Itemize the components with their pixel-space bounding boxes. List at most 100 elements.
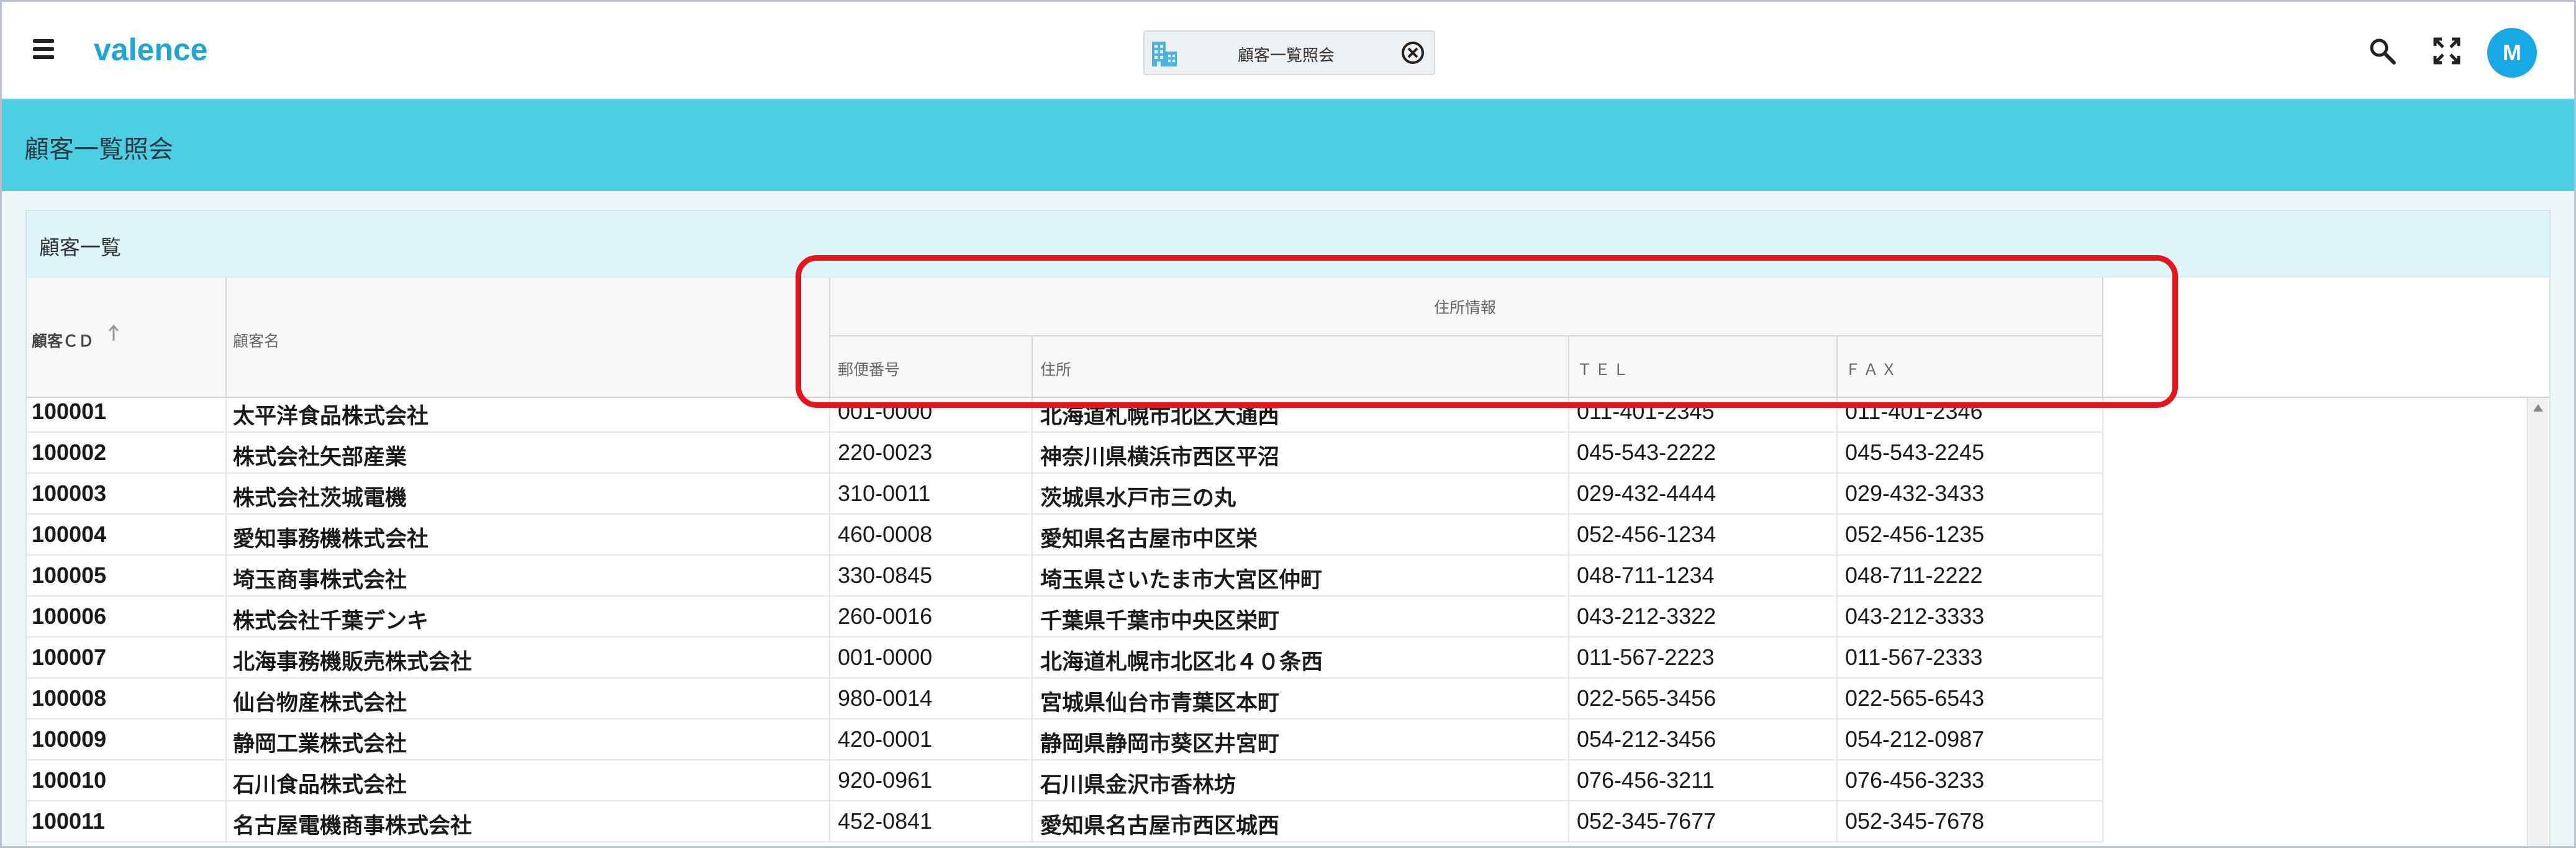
table-row[interactable]: 100008 仙台物産株式会社 980-0014 宮城県仙台市青葉区本町 022-565…: [27, 679, 2103, 719]
divider: [1568, 719, 1569, 760]
cell-address: 北海道札幌市北区北４０条西: [1040, 650, 1323, 675]
divider: [1568, 474, 1569, 515]
cell-customer-code: 100006: [32, 603, 107, 629]
divider: [2102, 719, 2103, 760]
cell-fax: 011-401-2346: [1845, 399, 1983, 424]
divider: [225, 638, 227, 679]
divider: [1032, 336, 1033, 398]
table-row[interactable]: 100001 太平洋食品株式会社 001-0000 北海道札幌市北区大通西 011-40…: [27, 398, 2103, 433]
cell-fax: 045-543-2245: [1845, 440, 1985, 465]
divider: [1836, 398, 1838, 433]
cell-address: 埼玉県さいたま市大宮区仲町: [1040, 568, 1322, 593]
table-row[interactable]: 100003 株式会社茨城電機 310-0011 茨城県水戸市三の丸 029-432-4…: [27, 474, 2103, 515]
search-icon[interactable]: [2368, 37, 2397, 65]
column-header-customer-name[interactable]: 顧客名: [233, 329, 279, 351]
cell-fax: 048-711-2222: [1845, 562, 1983, 588]
column-header-zip[interactable]: 郵便番号: [838, 358, 900, 380]
divider: [2102, 760, 2103, 801]
divider: [829, 556, 830, 597]
cell-zip: 001-0000: [838, 399, 933, 424]
divider: [1568, 556, 1569, 597]
divider: [225, 398, 227, 433]
scroll-up-arrow-icon[interactable]: [2533, 404, 2543, 412]
divider: [1836, 801, 1838, 842]
column-header-address[interactable]: 住所: [1040, 358, 1071, 380]
table-row[interactable]: 100010 石川食品株式会社 920-0961 石川県金沢市香林坊 076-456-3…: [27, 760, 2103, 801]
cell-address: 北海道札幌市北区大通西: [1040, 404, 1280, 429]
divider: [1568, 433, 1569, 474]
cell-customer-code: 100009: [32, 726, 107, 752]
cell-customer-name: 太平洋食品株式会社: [233, 404, 429, 429]
hamburger-icon[interactable]: [28, 37, 59, 61]
table-row[interactable]: 100009 静岡工業株式会社 420-0001 静岡県静岡市葵区井宮町 054-212…: [27, 719, 2103, 760]
divider: [1032, 760, 1033, 801]
column-header-tel[interactable]: ＴＥＬ: [1577, 358, 1631, 380]
sort-ascending-icon[interactable]: [107, 323, 120, 342]
cell-zip: 001-0000: [838, 644, 933, 670]
cell-customer-code: 100010: [32, 767, 107, 793]
cell-zip: 310-0011: [838, 480, 931, 506]
cell-fax: 052-345-7678: [1845, 808, 1985, 834]
cell-tel: 048-711-1234: [1577, 562, 1715, 588]
page-title-band: 顧客一覧照会: [2, 99, 2574, 191]
cell-fax: 029-432-3433: [1845, 480, 1985, 506]
cell-zip: 452-0841: [838, 808, 933, 834]
divider: [1032, 719, 1033, 760]
column-header-label: 顧客ＣＤ: [32, 332, 94, 350]
divider: [2102, 679, 2103, 719]
cell-address: 静岡県静岡市葵区井宮町: [1040, 732, 1280, 757]
cell-customer-name: 名古屋電機商事株式会社: [233, 814, 473, 839]
panel-header: 顧客一覧: [27, 211, 2549, 278]
table-row[interactable]: 100011 名古屋電機商事株式会社 452-0841 愛知県名古屋市西区城西 052-…: [27, 801, 2103, 842]
cell-zip: 220-0023: [838, 440, 933, 465]
vertical-scrollbar[interactable]: [2527, 398, 2548, 846]
table-row[interactable]: 100007 北海事務機販売株式会社 001-0000 北海道札幌市北区北４０条西 01…: [27, 638, 2103, 679]
divider: [1836, 515, 1838, 556]
tab-customer-list[interactable]: 顧客一覧照会: [1143, 30, 1435, 75]
divider: [1032, 556, 1033, 597]
divider: [2102, 277, 2103, 398]
cell-tel: 029-432-4444: [1577, 480, 1717, 506]
fullscreen-icon[interactable]: [2433, 37, 2461, 65]
column-header-customer-code[interactable]: 顧客ＣＤ: [32, 329, 94, 351]
cell-tel: 076-456-3211: [1577, 767, 1715, 793]
close-icon[interactable]: [1400, 40, 1425, 65]
page-title: 顧客一覧照会: [24, 135, 173, 164]
cell-customer-code: 100002: [32, 440, 107, 465]
table-row[interactable]: 100005 埼玉商事株式会社 330-0845 埼玉県さいたま市大宮区仲町 048-7…: [27, 556, 2103, 597]
divider: [829, 760, 830, 801]
divider: [225, 556, 227, 597]
cell-fax: 054-212-0987: [1845, 726, 1985, 752]
divider: [829, 597, 830, 638]
table-body: 100001 太平洋食品株式会社 001-0000 北海道札幌市北区大通西 011-40…: [27, 398, 2523, 846]
cell-tel: 052-456-1234: [1577, 521, 1717, 547]
cell-customer-name: 愛知事務機株式会社: [233, 527, 429, 552]
divider: [2102, 398, 2103, 433]
cell-customer-code: 100001: [32, 399, 107, 424]
column-header-fax[interactable]: ＦＡＸ: [1845, 358, 1899, 380]
divider: [225, 277, 227, 398]
cell-zip: 920-0961: [838, 767, 933, 793]
cell-tel: 043-212-3322: [1577, 603, 1717, 629]
divider: [2102, 515, 2103, 556]
cell-fax: 011-567-2333: [1845, 644, 1983, 670]
divider: [1032, 398, 1033, 433]
table-row[interactable]: 100004 愛知事務機株式会社 460-0008 愛知県名古屋市中区栄 052-456…: [27, 515, 2103, 556]
divider: [2102, 433, 2103, 474]
app-logo[interactable]: valence: [94, 32, 207, 68]
divider: [829, 474, 830, 515]
cell-zip: 330-0845: [838, 562, 933, 588]
cell-fax: 076-456-3233: [1845, 767, 1985, 793]
divider: [1568, 638, 1569, 679]
divider: [1032, 474, 1033, 515]
table-row[interactable]: 100002 株式会社矢部産業 220-0023 神奈川県横浜市西区平沼 045-543…: [27, 433, 2103, 474]
divider: [829, 801, 830, 842]
cell-customer-name: 株式会社千葉デンキ: [233, 609, 429, 634]
divider: [2102, 556, 2103, 597]
avatar[interactable]: M: [2487, 28, 2537, 78]
table-row[interactable]: 100006 株式会社千葉デンキ 260-0016 千葉県千葉市中央区栄町 043-21…: [27, 597, 2103, 638]
divider: [1568, 597, 1569, 638]
cell-customer-name: 埼玉商事株式会社: [233, 568, 407, 593]
divider: [1568, 398, 1569, 433]
cell-tel: 045-543-2222: [1577, 440, 1717, 465]
